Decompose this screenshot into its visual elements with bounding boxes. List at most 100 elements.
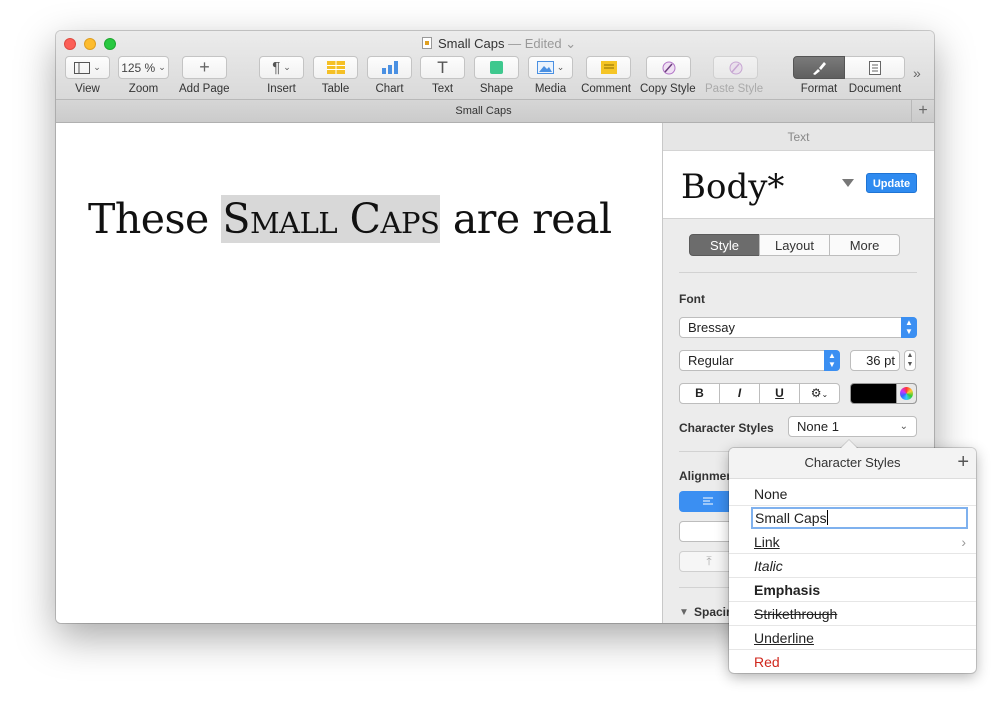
font-family-popup[interactable]: Bressay ▲ ▼ bbox=[679, 317, 917, 338]
inspector-toggle[interactable] bbox=[793, 56, 905, 79]
text-toolbar-item[interactable]: T Text bbox=[420, 56, 465, 95]
italic-button[interactable]: I bbox=[719, 383, 760, 404]
zoom-value: 125 % bbox=[121, 60, 156, 75]
table-button[interactable] bbox=[313, 56, 358, 79]
font-family-value: Bressay bbox=[688, 320, 735, 335]
style-item-link[interactable]: Link › bbox=[729, 530, 976, 554]
document-button[interactable] bbox=[845, 56, 905, 79]
format-document-toolbar-item[interactable]: Format Document bbox=[793, 56, 905, 95]
comment-icon bbox=[600, 61, 617, 74]
chevron-down-icon: ⌄ bbox=[158, 62, 166, 72]
insert-button[interactable]: ¶ ⌄ bbox=[259, 56, 304, 79]
font-size-stepper[interactable]: ▲ ▼ bbox=[904, 350, 916, 371]
color-wheel-icon bbox=[900, 387, 913, 400]
popover-title: Character Styles bbox=[804, 455, 901, 470]
style-rename-value: Small Caps bbox=[755, 510, 827, 526]
zoom-toolbar-item[interactable]: 125 % ⌄ Zoom bbox=[118, 56, 169, 95]
window-title-text: Small Caps bbox=[438, 36, 505, 51]
tab-more[interactable]: More bbox=[829, 234, 900, 256]
text-options-button[interactable]: ⚙⌄ bbox=[799, 383, 840, 404]
media-button[interactable]: ⌄ bbox=[528, 56, 573, 79]
shape-toolbar-item[interactable]: Shape bbox=[474, 56, 519, 95]
align-top-icon: ⤒ bbox=[706, 554, 712, 568]
bold-button[interactable]: B bbox=[679, 383, 720, 404]
table-icon bbox=[326, 61, 345, 74]
document-canvas[interactable]: These Small Caps are real bbox=[56, 123, 662, 623]
view-label: View bbox=[75, 83, 100, 95]
copy-style-label: Copy Style bbox=[640, 83, 696, 95]
selected-text[interactable]: Small Caps bbox=[221, 195, 441, 243]
text-label: Text bbox=[431, 83, 454, 95]
character-style-popup[interactable]: None 1 ⌄ bbox=[788, 416, 917, 437]
sidebar-icon bbox=[74, 61, 91, 74]
copy-style-button[interactable] bbox=[646, 56, 691, 79]
comment-button[interactable] bbox=[586, 56, 631, 79]
font-size-field[interactable]: 36 pt bbox=[850, 350, 900, 371]
add-page-button[interactable]: + bbox=[182, 56, 227, 79]
chart-toolbar-item[interactable]: Chart bbox=[367, 56, 412, 95]
style-item-emphasis[interactable]: Emphasis bbox=[729, 578, 976, 602]
divider bbox=[679, 272, 917, 273]
comment-toolbar-item[interactable]: Comment bbox=[581, 56, 631, 95]
triangle-down-icon[interactable] bbox=[842, 179, 854, 187]
up-down-arrows-icon: ▲ ▼ bbox=[824, 350, 840, 371]
close-window-button[interactable] bbox=[64, 38, 76, 50]
style-item-red[interactable]: Red bbox=[729, 650, 976, 674]
paragraph-style-name[interactable]: Body* bbox=[681, 167, 784, 207]
format-button[interactable] bbox=[793, 56, 845, 79]
shape-button[interactable] bbox=[474, 56, 519, 79]
tab-small-caps[interactable]: Small Caps bbox=[56, 105, 911, 117]
style-item-strikethrough[interactable]: Strikethrough bbox=[729, 602, 976, 626]
body-paragraph[interactable]: These Small Caps are real bbox=[88, 195, 612, 243]
add-character-style-button[interactable]: + bbox=[957, 448, 969, 477]
chart-button[interactable] bbox=[367, 56, 412, 79]
new-tab-button[interactable]: + bbox=[911, 100, 934, 123]
paste-style-button bbox=[713, 56, 758, 79]
media-label: Media bbox=[534, 83, 567, 95]
toolbar-overflow-icon[interactable]: » bbox=[913, 65, 921, 81]
media-toolbar-item[interactable]: ⌄ Media bbox=[528, 56, 573, 95]
style-item-underline[interactable]: Underline bbox=[729, 626, 976, 650]
copy-style-toolbar-item[interactable]: Copy Style bbox=[640, 56, 696, 95]
shape-icon bbox=[490, 61, 503, 74]
chevron-down-icon: ⌄ bbox=[556, 62, 565, 72]
tab-layout[interactable]: Layout bbox=[759, 234, 830, 256]
document-label: Document bbox=[848, 83, 902, 95]
style-item-small-caps[interactable]: Small Caps bbox=[729, 506, 976, 530]
add-page-toolbar-item[interactable]: + Add Page bbox=[179, 56, 230, 95]
text-button[interactable]: T bbox=[420, 56, 465, 79]
style-rename-field[interactable]: Small Caps bbox=[751, 507, 968, 529]
insert-toolbar-item[interactable]: ¶ ⌄ Insert bbox=[259, 56, 304, 95]
underline-button[interactable]: U bbox=[759, 383, 800, 404]
zoom-popup[interactable]: 125 % ⌄ bbox=[118, 56, 169, 79]
comment-label: Comment bbox=[581, 83, 631, 95]
chevron-right-icon: › bbox=[961, 534, 966, 550]
chevron-down-icon: ⌄ bbox=[283, 62, 291, 72]
minimize-window-button[interactable] bbox=[84, 38, 96, 50]
typeface-popup[interactable]: Regular ▲ ▼ bbox=[679, 350, 840, 371]
character-styles-popover: Character Styles + None Small Caps Link … bbox=[729, 439, 976, 674]
window-title[interactable]: Small Caps — Edited ⌄ bbox=[422, 36, 576, 52]
text-color-well[interactable] bbox=[850, 383, 917, 404]
tab-style[interactable]: Style bbox=[689, 234, 760, 256]
document-icon bbox=[868, 60, 881, 75]
update-style-button[interactable]: Update bbox=[866, 173, 917, 193]
disclosure-triangle-icon[interactable]: ▼ bbox=[679, 607, 689, 618]
font-section-label: Font bbox=[679, 292, 705, 306]
title-bar: Small Caps — Edited ⌄ ⌄ View 125 % ⌄ Zoom… bbox=[56, 31, 934, 100]
spacing-label[interactable]: Spacin bbox=[694, 605, 733, 619]
style-item-italic[interactable]: Italic bbox=[729, 554, 976, 578]
document-icon bbox=[422, 37, 432, 49]
paste-style-toolbar-item: Paste Style bbox=[705, 56, 763, 95]
paragraph-style-box[interactable]: Body* Update bbox=[663, 151, 934, 219]
popover-header: Character Styles + bbox=[729, 448, 976, 479]
color-wheel-button[interactable] bbox=[896, 384, 916, 403]
zoom-window-button[interactable] bbox=[104, 38, 116, 50]
table-toolbar-item[interactable]: Table bbox=[313, 56, 358, 95]
text-after: are real bbox=[440, 195, 612, 243]
chevron-down-icon: ⌄ bbox=[93, 62, 101, 72]
format-label: Format bbox=[800, 83, 838, 95]
view-button[interactable]: ⌄ bbox=[65, 56, 110, 79]
view-toolbar-item[interactable]: ⌄ View bbox=[65, 56, 110, 95]
style-item-none[interactable]: None bbox=[729, 482, 976, 506]
